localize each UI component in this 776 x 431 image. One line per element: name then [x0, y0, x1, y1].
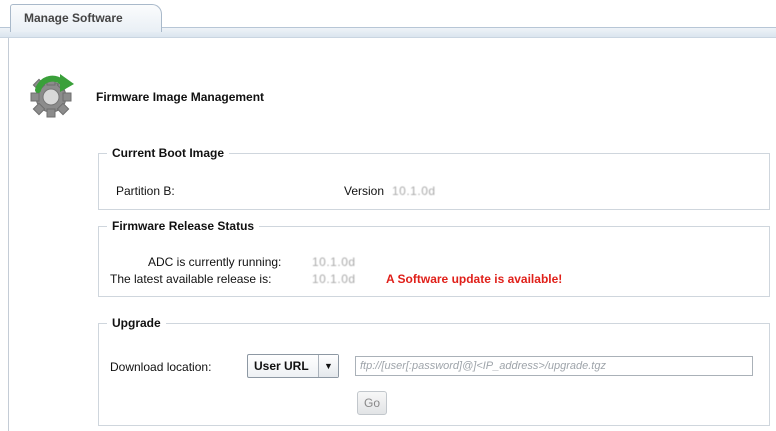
firmware-release-status-section: Firmware Release Status ADC is currently… [98, 219, 770, 297]
latest-version-value: 10.1.0d [312, 272, 356, 286]
download-location-label: Download location: [110, 360, 212, 374]
upgrade-section: Upgrade Download location: User URL ▼ Go [98, 316, 770, 426]
current-boot-image-legend: Current Boot Image [112, 146, 225, 160]
current-boot-image-section: Current Boot Image Partition B: Version … [98, 146, 770, 210]
tab-manage-software[interactable]: Manage Software [10, 4, 162, 32]
download-location-select[interactable]: User URL ▼ [247, 354, 339, 378]
upgrade-url-input[interactable] [355, 356, 753, 376]
tab-label: Manage Software [24, 11, 123, 25]
version-label: Version [344, 184, 385, 198]
partition-label: Partition B: [116, 184, 175, 198]
firmware-release-status-legend: Firmware Release Status [112, 219, 255, 233]
boot-version-value: 10.1.0d [392, 184, 436, 198]
chevron-down-icon[interactable]: ▼ [318, 355, 338, 377]
gear-refresh-icon [30, 74, 74, 118]
tab-bar: Manage Software [0, 0, 776, 38]
upgrade-legend: Upgrade [112, 316, 161, 330]
running-label: ADC is currently running: [148, 255, 282, 269]
update-available-notice: A Software update is available! [386, 272, 563, 286]
latest-release-label: The latest available release is: [110, 272, 272, 286]
page-title: Firmware Image Management [96, 90, 265, 104]
go-button[interactable]: Go [357, 391, 387, 415]
running-version-value: 10.1.0d [312, 255, 356, 269]
download-location-value: User URL [254, 359, 309, 373]
